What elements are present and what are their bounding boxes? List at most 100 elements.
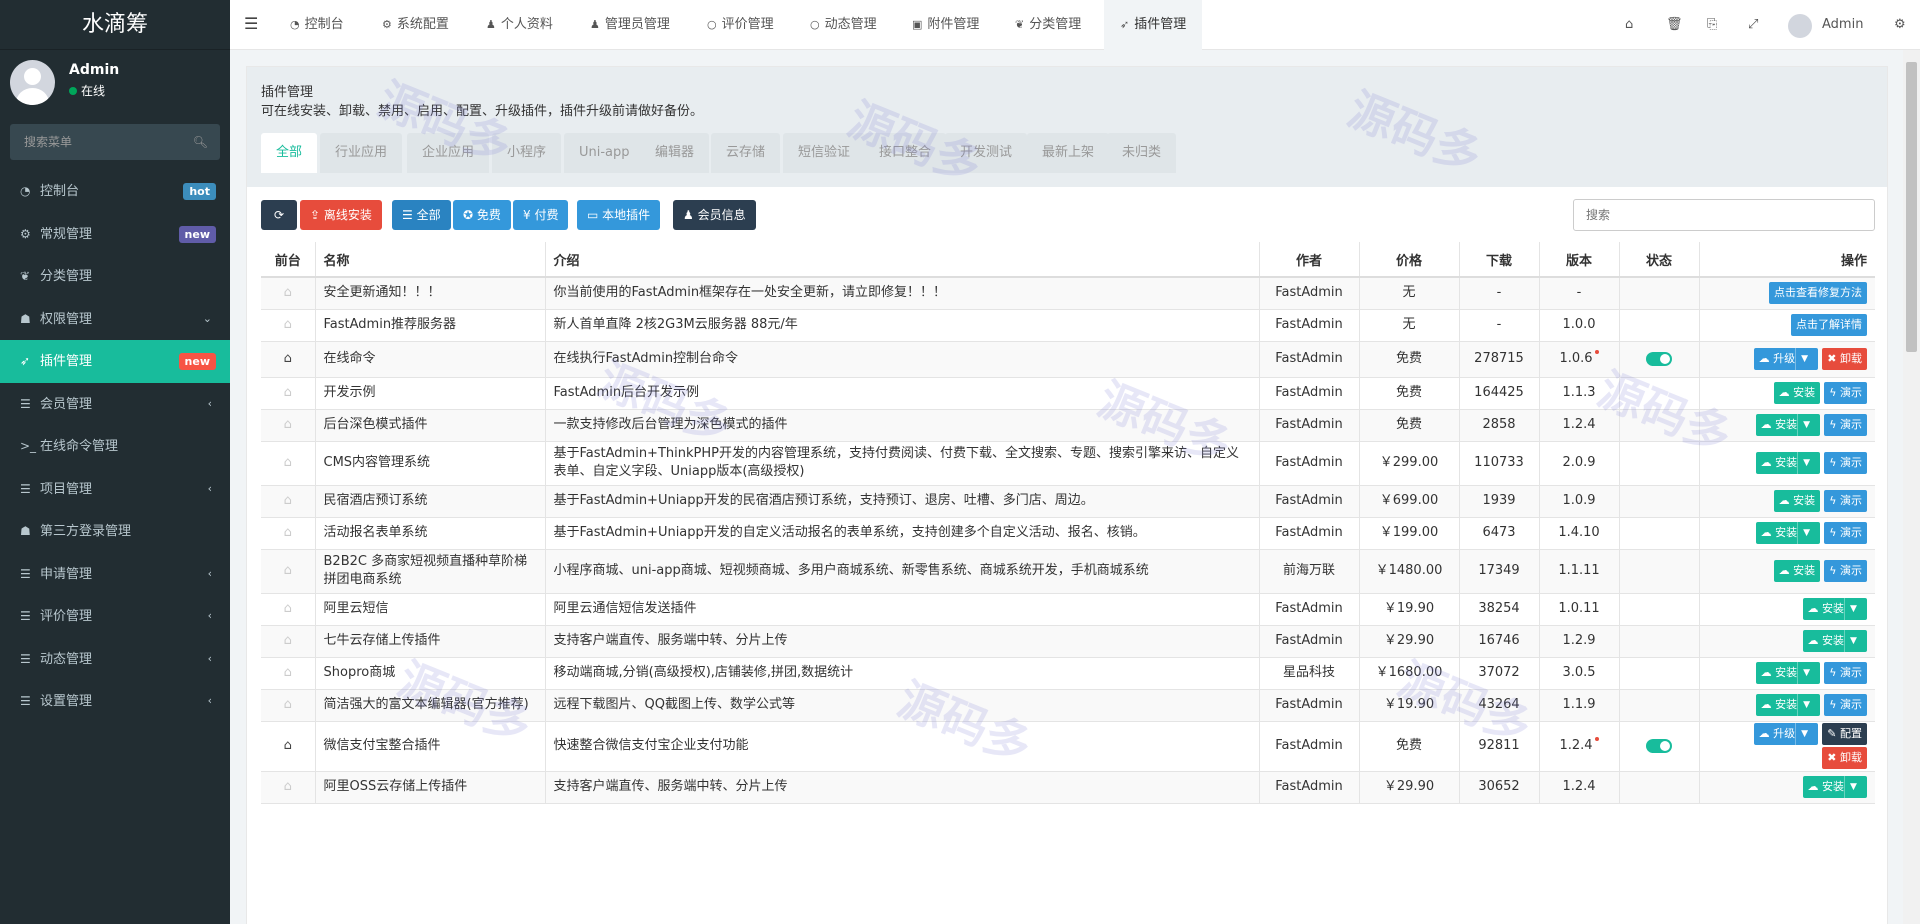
home-cell[interactable]: ⌂ <box>261 593 315 626</box>
home-icon[interactable]: ⌂ <box>284 525 292 540</box>
column-header-version[interactable]: 版本 <box>1538 242 1619 278</box>
demo-button[interactable]: ϟ 演示 <box>1824 662 1867 684</box>
category-tab-industry[interactable]: 行业应用 <box>320 133 403 173</box>
demo-button[interactable]: ϟ 演示 <box>1824 694 1867 716</box>
addon-author[interactable]: 前海万联 <box>1258 549 1359 594</box>
filter-free-button[interactable]: ✪ 免费 <box>453 200 511 230</box>
sidebar-item-apply[interactable]: ☰ 申请管理 ‹ <box>0 553 230 596</box>
home-icon[interactable]: ⌂ <box>1625 0 1633 50</box>
home-cell[interactable]: ⌂ <box>261 377 315 410</box>
member-info-button[interactable]: ♟ 会员信息 <box>673 200 756 230</box>
category-tab-api[interactable]: 接口整合 <box>864 133 947 173</box>
trash-icon[interactable]: 🗑︎ <box>1666 0 1683 50</box>
sidebar-item-news[interactable]: ☰ 动态管理 ‹ <box>0 638 230 681</box>
home-icon[interactable]: ⌂ <box>284 779 292 794</box>
category-tab-latest[interactable]: 最新上架 <box>1027 133 1110 173</box>
home-cell[interactable]: ⌂ <box>261 517 315 550</box>
upgrade-button[interactable]: ☁ 升级 ▼ <box>1753 348 1819 370</box>
filter-all-button[interactable]: ☰ 全部 <box>392 200 451 230</box>
install-button[interactable]: ☁ 安装 <box>1773 382 1821 404</box>
tab-profile[interactable]: ♟ 个人资料 <box>486 0 553 50</box>
tab-system-config[interactable]: ⚙ 系统配置 <box>382 0 449 50</box>
caret-down-icon[interactable]: ▼ <box>1797 414 1815 436</box>
addon-search-input[interactable] <box>1574 200 1874 230</box>
caret-down-icon[interactable]: ▼ <box>1797 522 1815 544</box>
status-toggle[interactable] <box>1646 738 1672 753</box>
home-cell[interactable]: ⌂ <box>261 625 315 658</box>
install-button[interactable]: ☁ 安装 ▼ <box>1802 630 1867 652</box>
category-tab-miniprogram[interactable]: 小程序 <box>492 133 562 173</box>
home-cell[interactable]: ⌂ <box>261 549 315 594</box>
addon-author[interactable]: FastAdmin <box>1258 341 1359 378</box>
addon-author[interactable]: FastAdmin <box>1258 441 1359 486</box>
caret-down-icon[interactable]: ▼ <box>1797 694 1815 716</box>
category-tab-uncategorized[interactable]: 未归类 <box>1107 133 1177 173</box>
caret-down-icon[interactable]: ▼ <box>1844 630 1862 652</box>
install-button[interactable]: ☁ 安装 ▼ <box>1755 452 1821 474</box>
category-tab-cloud-storage[interactable]: 云存储 <box>711 133 781 173</box>
translate-icon[interactable]: ⎘ <box>1707 0 1717 50</box>
home-cell[interactable]: ⌂ <box>261 771 315 804</box>
addon-author[interactable]: FastAdmin <box>1258 771 1359 804</box>
home-cell[interactable]: ⌂ <box>261 689 315 722</box>
local-addon-button[interactable]: ▭ 本地插件 <box>577 200 661 230</box>
home-icon[interactable]: ⌂ <box>284 317 292 332</box>
addon-author[interactable]: FastAdmin <box>1258 689 1359 722</box>
home-icon[interactable]: ⌂ <box>284 493 292 508</box>
install-button[interactable]: ☁ 安装 ▼ <box>1755 694 1821 716</box>
category-tab-all[interactable]: 全部 <box>261 133 318 173</box>
home-cell[interactable]: ⌂ <box>261 309 315 342</box>
offline-install-button[interactable]: ⇪ 离线安装 <box>300 200 382 230</box>
addon-author[interactable]: FastAdmin <box>1258 377 1359 410</box>
install-button[interactable]: ☁ 安装 <box>1773 490 1821 512</box>
sidebar-item-category[interactable]: ❦ 分类管理 <box>0 255 230 298</box>
install-button[interactable]: ☁ 安装 ▼ <box>1802 776 1867 798</box>
home-cell[interactable]: ⌂ <box>261 721 315 772</box>
detail-info-button[interactable]: 点击了解详情 <box>1791 314 1867 336</box>
home-cell[interactable]: ⌂ <box>261 341 315 378</box>
sidebar-item-project[interactable]: ☰ 项目管理 ‹ <box>0 468 230 511</box>
sidebar-toggle-icon[interactable]: ☰ <box>244 14 258 33</box>
addon-author[interactable]: FastAdmin <box>1258 593 1359 626</box>
avatar[interactable] <box>1788 14 1812 38</box>
home-icon[interactable]: ⌂ <box>284 455 292 470</box>
home-icon[interactable]: ⌂ <box>284 285 292 300</box>
home-icon[interactable]: ⌂ <box>284 665 292 680</box>
column-header-actions[interactable]: 操作 <box>1698 242 1875 278</box>
column-header-downloads[interactable]: 下载 <box>1458 242 1539 278</box>
column-header-author[interactable]: 作者 <box>1258 242 1359 278</box>
addon-author[interactable]: FastAdmin <box>1258 485 1359 518</box>
install-button[interactable]: ☁ 安装 <box>1773 560 1821 582</box>
search-icon[interactable]: 🔍︎ <box>193 135 208 149</box>
tab-news-manage[interactable]: ○ 动态管理 <box>810 0 877 50</box>
addon-author[interactable]: FastAdmin <box>1258 517 1359 550</box>
gear-icon[interactable]: ⚙ <box>1894 0 1906 50</box>
home-icon[interactable]: ⌂ <box>284 633 292 648</box>
demo-button[interactable]: ϟ 演示 <box>1824 452 1867 474</box>
addon-author[interactable]: 星品科技 <box>1258 657 1359 690</box>
home-icon[interactable]: ⌂ <box>284 417 292 432</box>
sidebar-item-dashboard[interactable]: ◔ 控制台 hot <box>0 170 230 213</box>
home-icon[interactable]: ⌂ <box>284 351 292 366</box>
category-tab-editor[interactable]: 编辑器 <box>640 133 710 173</box>
sidebar-item-third-login[interactable]: ☗ 第三方登录管理 <box>0 510 230 553</box>
home-icon[interactable]: ⌂ <box>284 563 292 578</box>
tab-attachment[interactable]: ▣ 附件管理 <box>912 0 979 50</box>
demo-button[interactable]: ϟ 演示 <box>1824 522 1867 544</box>
column-header-name[interactable]: 名称 <box>314 242 545 278</box>
uninstall-button[interactable]: ✖ 卸载 <box>1822 747 1867 769</box>
sidebar-item-addon[interactable]: ➶ 插件管理 new <box>0 340 230 383</box>
tab-admin-manage[interactable]: ♟ 管理员管理 <box>590 0 670 50</box>
upgrade-button[interactable]: ☁ 升级 ▼ <box>1753 723 1819 745</box>
tab-addon[interactable]: ➶ 插件管理 <box>1104 0 1203 50</box>
home-icon[interactable]: ⌂ <box>284 385 292 400</box>
app-logo[interactable]: 水滴筹 <box>0 0 230 50</box>
addon-author[interactable]: FastAdmin <box>1258 409 1359 442</box>
home-cell[interactable]: ⌂ <box>261 485 315 518</box>
home-cell[interactable]: ⌂ <box>261 277 315 310</box>
column-header-price[interactable]: 价格 <box>1358 242 1459 278</box>
addon-author[interactable]: FastAdmin <box>1258 309 1359 342</box>
page-scrollbar[interactable] <box>1903 50 1920 924</box>
install-button[interactable]: ☁ 安装 ▼ <box>1802 598 1867 620</box>
sidebar-item-auth[interactable]: ☗ 权限管理 ⌄ <box>0 298 230 341</box>
